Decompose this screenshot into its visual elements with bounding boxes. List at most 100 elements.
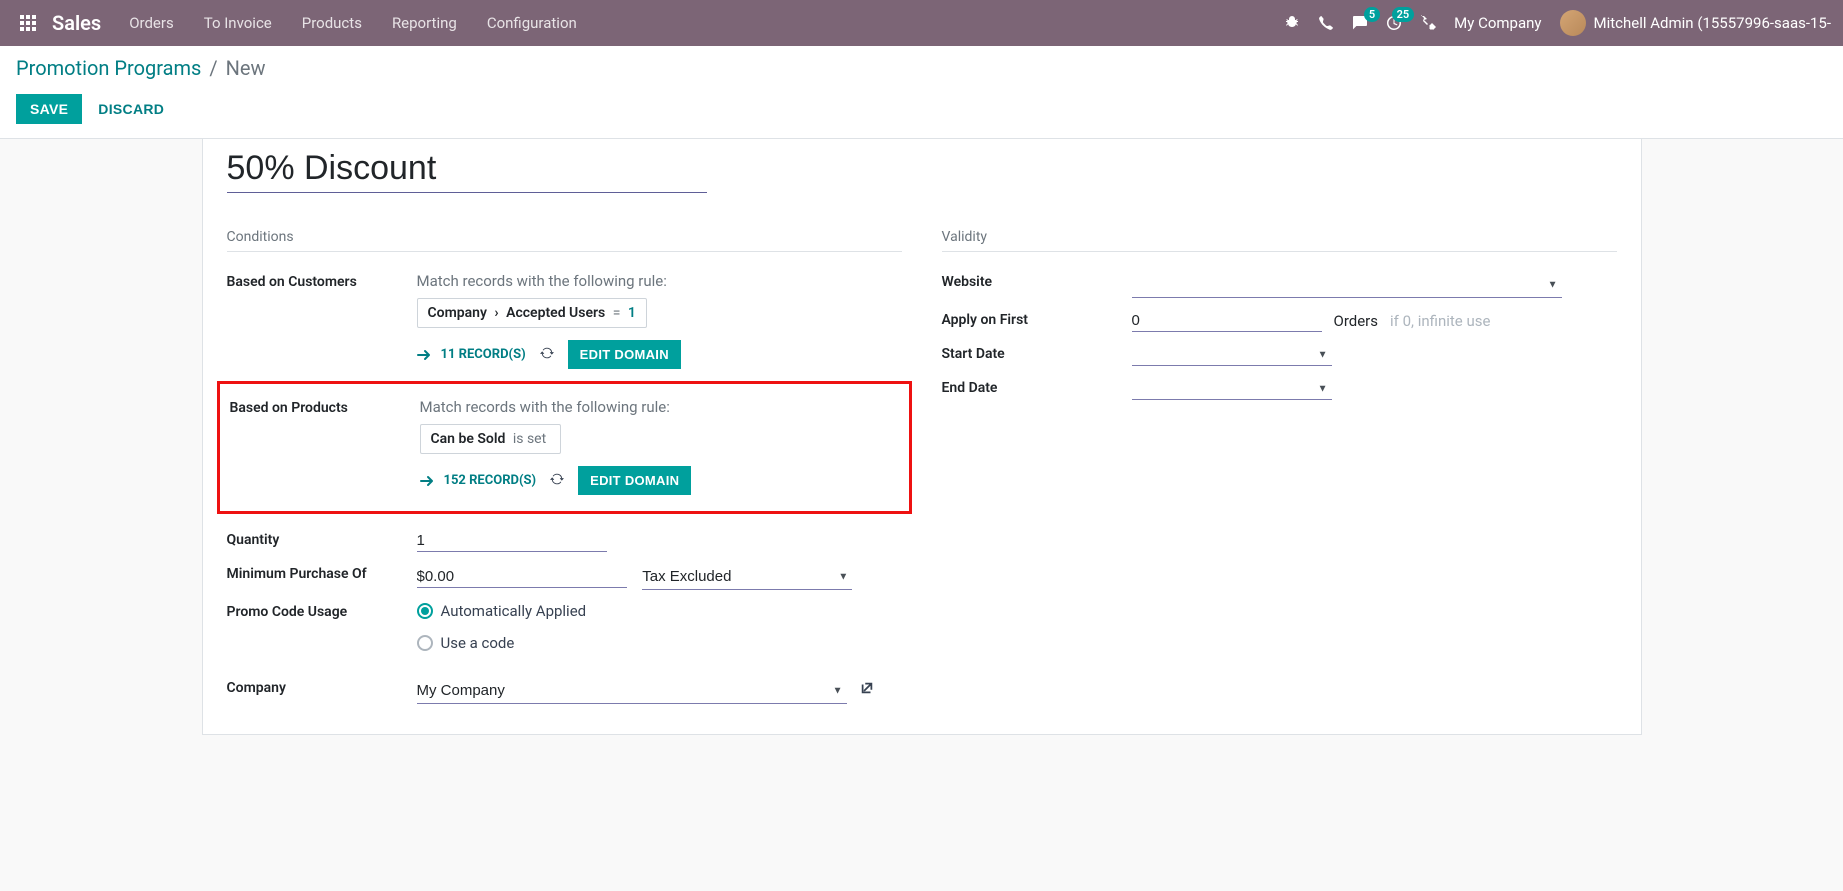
value-company: ▼	[417, 678, 902, 704]
avatar	[1560, 10, 1586, 36]
field-based-on-customers: Based on Customers Match records with th…	[227, 266, 902, 375]
chip-op: =	[613, 305, 621, 321]
top-navbar: Sales Orders To Invoice Products Reporti…	[0, 0, 1843, 46]
chip-field: Can be Sold	[431, 431, 506, 447]
radio-code-label: Use a code	[441, 634, 515, 652]
chip-field1: Company	[428, 305, 487, 321]
conditions-group: Conditions Based on Customers Match reco…	[227, 229, 902, 710]
breadcrumb-current: New	[226, 56, 266, 80]
nav-products[interactable]: Products	[302, 14, 362, 32]
products-records-count: 152 RECORD(S)	[444, 473, 537, 488]
end-date-input[interactable]	[1132, 378, 1332, 400]
label-promo-usage: Promo Code Usage	[227, 602, 417, 620]
products-records-link[interactable]: 152 RECORD(S)	[420, 473, 537, 488]
radio-auto-applied[interactable]: Automatically Applied	[417, 602, 902, 620]
field-apply-on-first: Apply on First Orders if 0, infinite use	[942, 304, 1617, 338]
customers-domain-actions: 11 RECORD(S) EDIT DOMAIN	[417, 340, 902, 369]
value-website: ▼	[1132, 272, 1617, 298]
label-apply-on-first: Apply on First	[942, 310, 1132, 328]
tools-icon[interactable]	[1420, 15, 1436, 31]
radio-icon-unchecked	[417, 635, 433, 651]
control-panel: Promotion Programs / New SAVE DISCARD	[0, 46, 1843, 139]
quantity-input[interactable]	[417, 530, 607, 552]
nav-orders[interactable]: Orders	[129, 14, 174, 32]
customers-domain-desc: Match records with the following rule:	[417, 272, 902, 290]
navbar-right: 5 25 My Company Mitchell Admin (15557996…	[1284, 10, 1831, 36]
value-promo-usage: Automatically Applied Use a code	[417, 602, 902, 666]
refresh-icon-2[interactable]	[550, 472, 564, 490]
field-promo-usage: Promo Code Usage Automatically Applied U…	[227, 596, 902, 672]
form-sheet: Conditions Based on Customers Match reco…	[202, 139, 1642, 735]
label-start-date: Start Date	[942, 344, 1132, 362]
user-name: Mitchell Admin (15557996-saas-15-	[1594, 14, 1831, 32]
breadcrumb-parent[interactable]: Promotion Programs	[16, 56, 201, 80]
radio-icon-checked	[417, 603, 433, 619]
label-min-purchase: Minimum Purchase Of	[227, 564, 417, 582]
messages-icon[interactable]: 5	[1352, 15, 1368, 31]
messages-badge: 5	[1364, 7, 1380, 22]
start-date-input[interactable]	[1132, 344, 1332, 366]
validity-group: Validity Website ▼ Apply on First Orde	[942, 229, 1617, 710]
customers-records-link[interactable]: 11 RECORD(S)	[417, 347, 526, 362]
customers-domain-chip: Company › Accepted Users = 1	[417, 298, 647, 328]
field-end-date: End Date ▼	[942, 372, 1617, 406]
website-select[interactable]	[1132, 272, 1562, 298]
value-quantity	[417, 530, 902, 552]
highlight-products: Based on Products Match records with the…	[217, 381, 912, 514]
company-select[interactable]	[417, 678, 847, 704]
form-groups: Conditions Based on Customers Match reco…	[227, 229, 1617, 710]
label-quantity: Quantity	[227, 530, 417, 548]
refresh-icon[interactable]	[540, 346, 554, 364]
field-company: Company ▼	[227, 672, 902, 710]
field-based-on-products: Based on Products Match records with the…	[230, 392, 899, 501]
field-min-purchase: Minimum Purchase Of ▼	[227, 558, 902, 596]
field-website: Website ▼	[942, 266, 1617, 304]
value-based-on-customers: Match records with the following rule: C…	[417, 272, 902, 369]
products-domain-actions: 152 RECORD(S) EDIT DOMAIN	[420, 466, 899, 495]
form-background: Conditions Based on Customers Match reco…	[0, 139, 1843, 775]
validity-heading: Validity	[942, 229, 1617, 252]
edit-domain-products-button[interactable]: EDIT DOMAIN	[578, 466, 691, 495]
navbar-menu: Orders To Invoice Products Reporting Con…	[129, 14, 577, 32]
chip-field2: Accepted Users	[506, 305, 605, 321]
products-domain-desc: Match records with the following rule:	[420, 398, 899, 416]
label-based-on-products: Based on Products	[230, 398, 420, 416]
nav-reporting[interactable]: Reporting	[392, 14, 457, 32]
external-link-icon[interactable]	[860, 681, 874, 699]
field-quantity: Quantity	[227, 524, 902, 558]
edit-domain-customers-button[interactable]: EDIT DOMAIN	[568, 340, 681, 369]
discard-button[interactable]: DISCARD	[98, 101, 164, 117]
label-based-on-customers: Based on Customers	[227, 272, 417, 290]
value-end-date: ▼	[1132, 378, 1617, 400]
tax-select[interactable]	[642, 564, 852, 590]
nav-to-invoice[interactable]: To Invoice	[204, 14, 272, 32]
breadcrumb-separator: /	[209, 56, 217, 80]
navbar-left: Sales Orders To Invoice Products Reporti…	[12, 7, 577, 39]
phone-icon[interactable]	[1318, 15, 1334, 31]
customers-records-count: 11 RECORD(S)	[441, 347, 526, 362]
value-min-purchase: ▼	[417, 564, 902, 590]
apply-on-first-input[interactable]	[1132, 310, 1322, 332]
user-menu[interactable]: Mitchell Admin (15557996-saas-15-	[1560, 10, 1831, 36]
program-name-input[interactable]	[227, 145, 707, 193]
save-button[interactable]: SAVE	[16, 94, 82, 124]
apps-icon[interactable]	[12, 7, 44, 39]
min-purchase-input[interactable]	[417, 566, 627, 588]
chip-val: 1	[628, 305, 636, 321]
orders-hint: if 0, infinite use	[1390, 312, 1490, 330]
activities-icon[interactable]: 25	[1386, 15, 1402, 31]
company-switcher[interactable]: My Company	[1454, 14, 1541, 32]
field-start-date: Start Date ▼	[942, 338, 1617, 372]
bug-icon[interactable]	[1284, 15, 1300, 31]
orders-text: Orders	[1334, 312, 1379, 330]
label-website: Website	[942, 272, 1132, 290]
products-domain-chip: Can be Sold is set	[420, 424, 562, 454]
radio-use-code[interactable]: Use a code	[417, 634, 902, 652]
label-end-date: End Date	[942, 378, 1132, 396]
chip-op2: is set	[513, 431, 546, 447]
value-based-on-products: Match records with the following rule: C…	[420, 398, 899, 495]
app-brand[interactable]: Sales	[52, 11, 101, 35]
value-start-date: ▼	[1132, 344, 1617, 366]
nav-configuration[interactable]: Configuration	[487, 14, 577, 32]
breadcrumb: Promotion Programs / New	[16, 56, 1827, 80]
